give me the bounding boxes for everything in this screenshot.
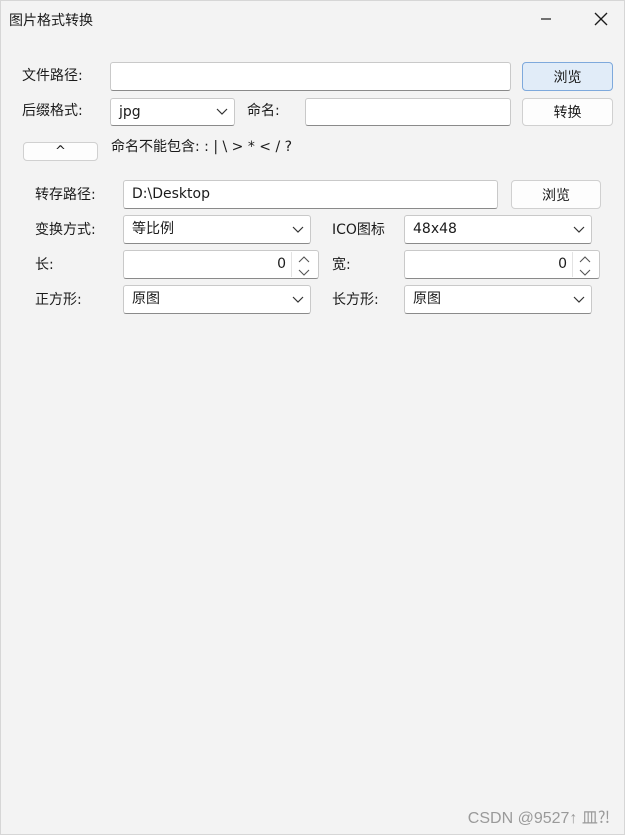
convert-button[interactable]: 转换 bbox=[522, 98, 613, 126]
browse-file-button[interactable]: 浏览 bbox=[522, 62, 613, 91]
ico-label: ICO图标 bbox=[332, 222, 385, 238]
watermark-text: CSDN @9527↑ 皿⁈ bbox=[467, 810, 610, 827]
width-value: 0 bbox=[558, 256, 567, 272]
browse-save-button[interactable]: 浏览 bbox=[511, 180, 601, 209]
suffix-select[interactable]: jpg bbox=[110, 98, 235, 126]
rect-select[interactable]: 原图 bbox=[404, 285, 592, 314]
save-path-label: 转存路径: bbox=[35, 187, 96, 203]
chevron-down-icon bbox=[573, 286, 585, 313]
width-label: 宽: bbox=[332, 257, 351, 273]
length-label: 长: bbox=[35, 257, 54, 273]
title-bar: 图片格式转换 bbox=[1, 1, 624, 37]
length-spinbox[interactable]: 0 bbox=[123, 250, 319, 279]
suffix-value: jpg bbox=[119, 104, 141, 120]
close-button[interactable] bbox=[578, 1, 624, 37]
minimize-button[interactable] bbox=[523, 1, 569, 37]
chevron-down-icon bbox=[292, 216, 304, 243]
width-spinbox[interactable]: 0 bbox=[404, 250, 600, 279]
rect-label: 长方形: bbox=[332, 292, 379, 308]
name-label: 命名: bbox=[247, 103, 280, 119]
mode-value: 等比例 bbox=[132, 221, 174, 237]
ico-value: 48x48 bbox=[413, 221, 457, 237]
square-value: 原图 bbox=[132, 291, 160, 307]
mode-label: 变换方式: bbox=[35, 222, 96, 238]
square-select[interactable]: 原图 bbox=[123, 285, 311, 314]
naming-rule-text: 命名不能包含: : | \ > * < / ? bbox=[111, 139, 293, 155]
mode-select[interactable]: 等比例 bbox=[123, 215, 311, 244]
chevron-down-icon bbox=[216, 99, 228, 125]
minimize-icon bbox=[541, 18, 551, 20]
file-path-input[interactable] bbox=[110, 62, 511, 91]
save-path-input[interactable]: D:\Desktop bbox=[123, 180, 498, 209]
name-input[interactable] bbox=[305, 98, 511, 126]
app-window: 图片格式转换 文件路径: 浏览 后缀格式: jpg 命名: 转换 ^ 命名不能包… bbox=[0, 0, 625, 835]
spin-up-icon[interactable] bbox=[292, 253, 316, 265]
window-title: 图片格式转换 bbox=[9, 13, 93, 29]
spin-down-icon[interactable] bbox=[292, 266, 316, 278]
ico-select[interactable]: 48x48 bbox=[404, 215, 592, 244]
collapse-button[interactable]: ^ bbox=[23, 142, 98, 161]
spin-down-icon[interactable] bbox=[573, 266, 597, 278]
chevron-down-icon bbox=[573, 216, 585, 243]
square-label: 正方形: bbox=[35, 292, 82, 308]
suffix-label: 后缀格式: bbox=[22, 103, 83, 119]
length-value: 0 bbox=[277, 256, 286, 272]
chevron-down-icon bbox=[292, 286, 304, 313]
close-icon bbox=[594, 12, 608, 26]
rect-value: 原图 bbox=[413, 291, 441, 307]
file-path-label: 文件路径: bbox=[22, 68, 83, 84]
spin-up-icon[interactable] bbox=[573, 253, 597, 265]
